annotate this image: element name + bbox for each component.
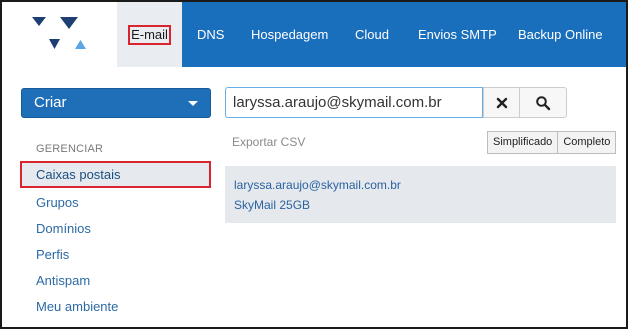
clear-search-button[interactable] [483,87,520,118]
sidebar-item-perfis[interactable]: Perfis [36,247,69,262]
nav-envios-smtp[interactable]: Envios SMTP [418,2,497,67]
nav-email[interactable]: E-mail [117,2,182,67]
logo[interactable] [2,2,117,67]
nav-hospedagem[interactable]: Hospedagem [251,2,328,67]
search-input[interactable]: laryssa.araujo@skymail.com.br [225,87,483,118]
sidebar-item-caixas-postais[interactable]: Caixas postais [20,161,211,188]
logo-icon [32,17,86,49]
sidebar-item-meu-ambiente[interactable]: Meu ambiente [36,299,118,314]
sidebar-heading: GERENCIAR [36,143,104,155]
close-icon [496,97,507,108]
nav-cloud[interactable]: Cloud [355,2,389,67]
search-icon [536,95,551,110]
view-toggle: Simplificado Completo [487,131,617,154]
sidebar-item-grupos[interactable]: Grupos [36,195,79,210]
nav-dns[interactable]: DNS [197,2,224,67]
result-plan: SkyMail 25GB [234,198,311,212]
create-button[interactable]: Criar [21,88,211,118]
search-button[interactable] [519,87,567,118]
view-simplified-button[interactable]: Simplificado [487,131,559,154]
top-navbar: E-mail DNS Hospedagem Cloud Envios SMTP … [2,2,626,67]
nav-email-label: E-mail [128,25,171,45]
export-csv-link[interactable]: Exportar CSV [232,135,305,149]
chevron-down-icon [188,101,198,106]
sidebar-item-dominios[interactable]: Domínios [36,221,91,236]
sidebar-item-antispam[interactable]: Antispam [36,273,90,288]
view-complete-button[interactable]: Completo [558,131,617,154]
list-item[interactable]: laryssa.araujo@skymail.com.br SkyMail 25… [225,166,616,223]
nav-backup-online[interactable]: Backup Online [518,2,603,67]
app-window: E-mail DNS Hospedagem Cloud Envios SMTP … [0,0,628,329]
result-email[interactable]: laryssa.araujo@skymail.com.br [234,178,401,192]
create-button-label: Criar [34,94,67,111]
